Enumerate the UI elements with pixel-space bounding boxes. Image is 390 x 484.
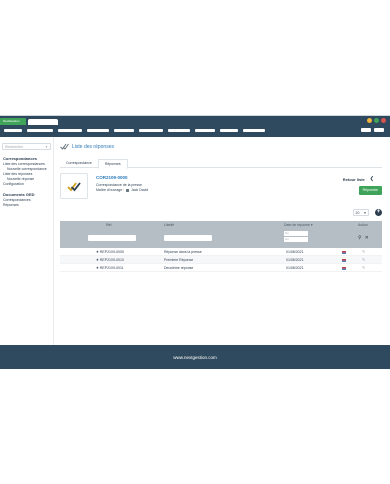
owner-name[interactable]: Jack David xyxy=(131,188,148,192)
nav-menu xyxy=(4,129,265,132)
row-date: 01/08/2021 xyxy=(286,258,304,262)
filter-date-to[interactable]: Au xyxy=(284,237,308,242)
filter-label-input[interactable] xyxy=(164,235,212,241)
table-header: Réf. Libellé Date de réponse ▾ Action Du… xyxy=(60,221,382,248)
flag-icon xyxy=(342,258,346,262)
correspondence-logo xyxy=(60,173,88,199)
header-label[interactable]: Libellé xyxy=(164,223,174,227)
add-icon[interactable]: + xyxy=(375,209,382,216)
table-row[interactable]: ✷ REP2109-0010 Première Réponse 01/08/20… xyxy=(60,256,382,264)
nav-item[interactable] xyxy=(195,129,215,132)
table-row[interactable]: ✷ REP2109-0009 Réponse dans la presse 01… xyxy=(60,248,382,256)
header-date-label: Date de réponse xyxy=(284,223,310,227)
nav-item[interactable] xyxy=(243,129,265,132)
header-action: Action xyxy=(358,223,368,227)
sidebar-section-title: Correspondances xyxy=(3,156,38,161)
search-placeholder: Rechercher xyxy=(5,144,24,149)
responses-table: Réf. Libellé Date de réponse ▾ Action Du… xyxy=(60,221,382,272)
browser-tab-strip: NextGestion xyxy=(0,118,58,125)
tab-correspondance[interactable]: Correspondance xyxy=(60,159,98,167)
clear-filter-icon[interactable]: ✕ xyxy=(365,235,369,241)
nav-item[interactable] xyxy=(27,129,53,132)
tab-reponses[interactable]: Réponses xyxy=(97,159,128,169)
title-bar: NextGestion xyxy=(0,116,390,125)
header-date[interactable]: Date de réponse ▾ xyxy=(284,223,313,227)
footer: www.nextgestion.com xyxy=(0,345,390,369)
filter-date-from[interactable]: Du xyxy=(284,231,308,236)
sidebar-item-configuration[interactable]: Configuration xyxy=(0,182,53,187)
edit-icon[interactable]: ✎ xyxy=(362,248,365,256)
chevron-left-icon: ❮ xyxy=(369,176,374,182)
page-header: Liste des réponses xyxy=(60,143,114,151)
chevron-down-icon: ▼ xyxy=(45,144,48,149)
double-check-logo-icon xyxy=(67,181,81,191)
page-title: Liste des réponses xyxy=(72,144,114,150)
row-ref[interactable]: ✷ REP2109-0009 xyxy=(96,248,124,256)
close-dot[interactable] xyxy=(381,118,386,123)
nav-item[interactable] xyxy=(4,129,22,132)
nav-item[interactable] xyxy=(87,129,109,132)
nav-user-area xyxy=(361,128,384,132)
filter-date-range: Du Au xyxy=(284,231,308,243)
sidebar-section-title: Documents GED xyxy=(3,192,35,197)
nav-item[interactable] xyxy=(220,129,238,132)
flag-icon xyxy=(342,266,346,270)
list-toolbar: 20 ▼ + xyxy=(353,209,382,216)
nav-item[interactable] xyxy=(114,129,134,132)
filter-actions: ⚲ ✕ xyxy=(358,235,369,241)
page-size-value: 20 xyxy=(355,210,360,215)
app-tab[interactable]: NextGestion xyxy=(0,118,26,125)
nav-item[interactable] xyxy=(58,129,82,132)
nav-item[interactable] xyxy=(168,129,190,132)
header-ref[interactable]: Réf. xyxy=(106,223,112,227)
window-controls xyxy=(367,118,386,123)
search-icon[interactable]: ⚲ xyxy=(358,235,362,241)
reply-button[interactable]: Répondre xyxy=(358,186,382,195)
maximize-dot[interactable] xyxy=(374,118,379,123)
top-navbar xyxy=(0,125,390,137)
main-content: Liste des réponses Correspondance Répons… xyxy=(56,137,386,345)
sidebar-item-ged-reponses[interactable]: Réponses xyxy=(0,203,53,208)
correspondence-subject: Correspondance de la presse xyxy=(96,183,142,187)
sidebar-search-input[interactable]: Rechercher ▼ xyxy=(2,143,51,150)
flag-icon xyxy=(342,250,346,254)
correspondence-card: COR2109-0000 Correspondance de la presse… xyxy=(60,173,382,205)
filter-ref-input[interactable] xyxy=(88,235,136,241)
nav-chip[interactable] xyxy=(374,128,384,132)
owner-label: Maître d'ouvrage : xyxy=(96,188,125,192)
double-check-icon xyxy=(60,143,69,151)
contact-icon xyxy=(126,188,130,192)
minimize-dot[interactable] xyxy=(367,118,372,123)
retour-liste-link[interactable]: Retour liste ❮ xyxy=(343,176,374,182)
nav-chip[interactable] xyxy=(361,128,371,132)
row-date: 01/08/2021 xyxy=(286,266,304,270)
app-window: NextGestion Rechercher ▼ Correspondances… xyxy=(0,115,390,369)
row-label: Réponse dans la presse xyxy=(164,250,202,254)
edit-icon[interactable]: ✎ xyxy=(362,264,365,272)
row-label: Première Réponse xyxy=(164,258,194,262)
row-ref[interactable]: ✷ REP2109-0010 xyxy=(96,256,124,264)
tab-bar: Correspondance Réponses xyxy=(60,159,382,169)
owner-line: Maître d'ouvrage : Jack David xyxy=(96,188,148,192)
footer-url[interactable]: www.nextgestion.com xyxy=(173,355,217,360)
nav-item[interactable] xyxy=(139,129,163,132)
sidebar: Rechercher ▼ Correspondances Liste des c… xyxy=(0,137,54,345)
correspondence-ref[interactable]: COR2109-0000 xyxy=(96,175,128,180)
row-label: Deuxième réponse xyxy=(164,266,194,270)
retour-liste-label: Retour liste xyxy=(342,176,365,182)
table-row[interactable]: ✷ REP2109-0011 Deuxième réponse 01/08/20… xyxy=(60,264,382,272)
page-size-select[interactable]: 20 ▼ xyxy=(353,209,369,216)
chevron-down-icon: ▼ xyxy=(363,210,367,215)
row-ref[interactable]: ✷ REP2109-0011 xyxy=(96,264,124,272)
edit-icon[interactable]: ✎ xyxy=(362,256,365,264)
row-date: 01/08/2021 xyxy=(286,250,304,254)
